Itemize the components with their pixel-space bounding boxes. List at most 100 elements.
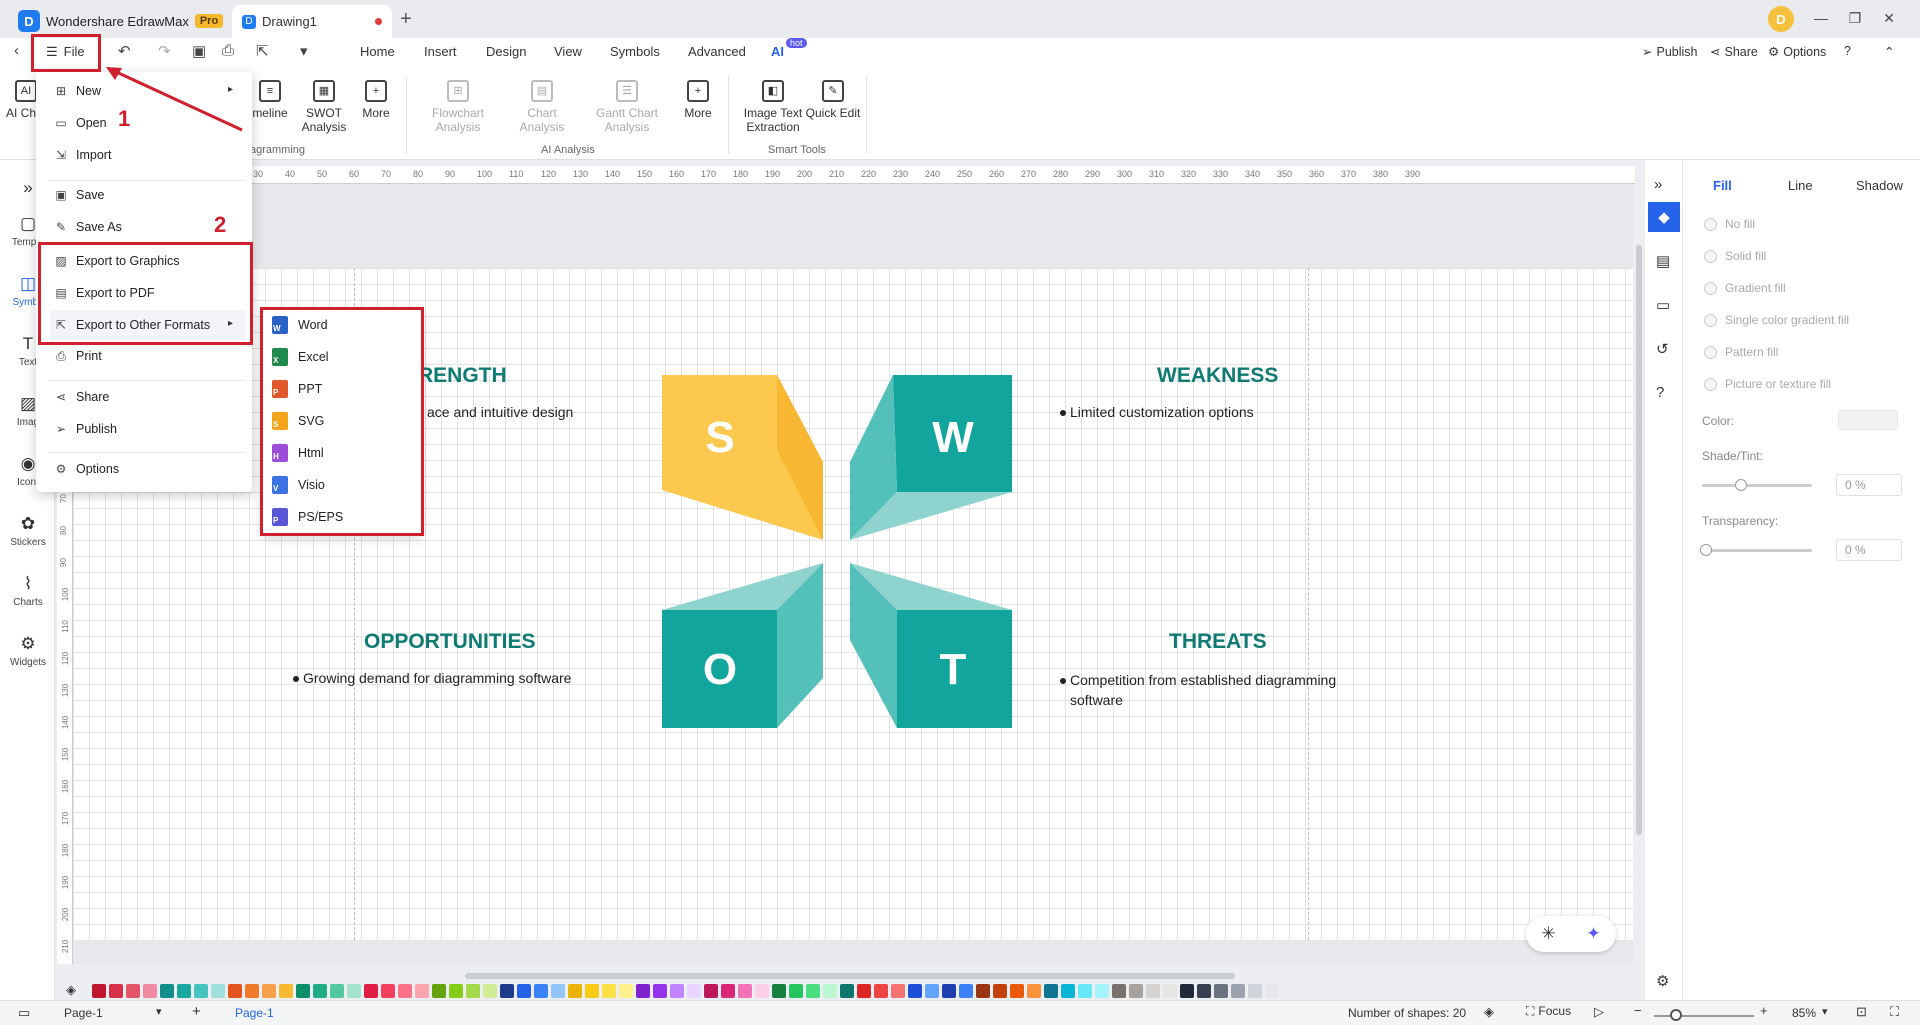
- file-menu-item-share[interactable]: ⋖ Share: [50, 382, 246, 412]
- color-swatch[interactable]: [1095, 984, 1109, 998]
- color-swatch[interactable]: [194, 984, 208, 998]
- color-swatch[interactable]: [347, 984, 361, 998]
- color-swatch[interactable]: [432, 984, 446, 998]
- restore-icon[interactable]: ❐: [1840, 6, 1870, 30]
- file-menu-item-import[interactable]: ⇲ Import: [50, 140, 246, 170]
- color-swatch[interactable]: [653, 984, 667, 998]
- color-swatch[interactable]: [551, 984, 565, 998]
- save-icon[interactable]: ▣: [192, 42, 206, 60]
- color-swatch[interactable]: [976, 984, 990, 998]
- new-tab-plus-icon[interactable]: +: [400, 8, 412, 31]
- color-swatch[interactable]: [211, 984, 225, 998]
- color-swatch[interactable]: [670, 984, 684, 998]
- page-properties-icon[interactable]: ▤: [1656, 252, 1670, 270]
- tab-view[interactable]: View: [554, 44, 582, 59]
- sidebar-item-charts[interactable]: ⌇ Charts: [4, 574, 52, 608]
- zoom-slider-knob[interactable]: [1670, 1009, 1682, 1021]
- color-swatch[interactable]: [704, 984, 718, 998]
- color-swatch[interactable]: [330, 984, 344, 998]
- file-menu-item-options[interactable]: ⚙ Options: [50, 454, 246, 484]
- color-swatch[interactable]: [1214, 984, 1228, 998]
- tab-insert[interactable]: Insert: [424, 44, 457, 59]
- color-swatch[interactable]: [160, 984, 174, 998]
- panel-toggle-icon[interactable]: ▭: [18, 1005, 30, 1021]
- color-swatch[interactable]: [789, 984, 803, 998]
- color-swatch[interactable]: [381, 984, 395, 998]
- zoom-out-icon[interactable]: −: [1634, 1003, 1642, 1018]
- fill-panel-icon[interactable]: ◆: [1648, 202, 1680, 232]
- gantt-chart-analysis-button[interactable]: ☰ Gantt Chart Analysis: [592, 80, 662, 134]
- tab-ai[interactable]: AI: [771, 44, 784, 59]
- tab-line[interactable]: Line: [1788, 178, 1813, 193]
- redo-icon[interactable]: ↷: [158, 42, 171, 60]
- fullscreen-icon[interactable]: ⛶: [1890, 1004, 1899, 1020]
- tab-fill[interactable]: Fill: [1713, 178, 1732, 193]
- color-swatch[interactable]: [738, 984, 752, 998]
- settings-gear-icon[interactable]: ⚙: [1656, 972, 1669, 990]
- page-select-chevron-icon[interactable]: ▾: [156, 1005, 162, 1018]
- color-picker[interactable]: [1838, 410, 1898, 430]
- quick-access-dropdown-icon[interactable]: ▾: [300, 42, 308, 60]
- tab-advanced[interactable]: Advanced: [688, 44, 746, 59]
- zoom-in-icon[interactable]: +: [1760, 1003, 1768, 1018]
- history-icon[interactable]: ↺: [1656, 340, 1669, 358]
- color-swatch[interactable]: [1010, 984, 1024, 998]
- color-swatch[interactable]: [398, 984, 412, 998]
- color-swatch[interactable]: [823, 984, 837, 998]
- app-tab[interactable]: D Wondershare EdrawMax Pro: [8, 6, 233, 36]
- color-swatch[interactable]: [1078, 984, 1092, 998]
- swot-graphic[interactable]: S W O T: [655, 370, 1025, 730]
- transparency-slider-knob[interactable]: [1700, 544, 1712, 556]
- color-swatch[interactable]: [364, 984, 378, 998]
- zoom-slider[interactable]: [1654, 1015, 1754, 1017]
- color-swatch[interactable]: [517, 984, 531, 998]
- color-swatch[interactable]: [313, 984, 327, 998]
- more-ai-button[interactable]: + More: [668, 80, 728, 120]
- color-swatch[interactable]: [772, 984, 786, 998]
- more-diagramming-button[interactable]: + More: [346, 80, 406, 120]
- color-swatch[interactable]: [721, 984, 735, 998]
- color-swatch[interactable]: [1248, 984, 1262, 998]
- color-swatch[interactable]: [1231, 984, 1245, 998]
- opportunities-heading[interactable]: OPPORTUNITIES: [364, 630, 536, 654]
- tab-symbols[interactable]: Symbols: [610, 44, 660, 59]
- user-avatar[interactable]: D: [1768, 6, 1794, 32]
- chart-analysis-button[interactable]: ▤ Chart Analysis: [512, 80, 572, 134]
- transparency-slider[interactable]: [1700, 544, 1812, 556]
- horizontal-scrollbar[interactable]: [465, 973, 1235, 979]
- help-icon[interactable]: ?: [1844, 44, 1851, 58]
- color-swatch[interactable]: [687, 984, 701, 998]
- color-swatch[interactable]: [619, 984, 633, 998]
- options-button[interactable]: ⚙ Options: [1768, 44, 1826, 60]
- color-swatch[interactable]: [296, 984, 310, 998]
- tab-home[interactable]: Home: [360, 44, 395, 59]
- color-swatch[interactable]: [1044, 984, 1058, 998]
- sidebar-item-stickers[interactable]: ✿ Stickers: [4, 514, 52, 548]
- color-swatch[interactable]: [177, 984, 191, 998]
- focus-button[interactable]: ⛶ Focus: [1526, 1004, 1571, 1019]
- color-swatch[interactable]: [959, 984, 973, 998]
- zoom-level[interactable]: 85%: [1792, 1006, 1816, 1020]
- color-swatch[interactable]: [1061, 984, 1075, 998]
- fit-page-icon[interactable]: ⊡: [1856, 1004, 1867, 1020]
- option-gradient-fill[interactable]: Gradient fill: [1704, 281, 1786, 295]
- presentation-icon[interactable]: ▭: [1656, 296, 1670, 314]
- tab-design[interactable]: Design: [486, 44, 526, 59]
- color-swatch[interactable]: [636, 984, 650, 998]
- document-tab[interactable]: D Drawing1: [232, 5, 392, 38]
- color-swatch[interactable]: [942, 984, 956, 998]
- collapse-ribbon-icon[interactable]: ⌃: [1884, 44, 1894, 59]
- color-swatch[interactable]: [1180, 984, 1194, 998]
- option-pattern-fill[interactable]: Pattern fill: [1704, 345, 1778, 359]
- color-swatch[interactable]: [602, 984, 616, 998]
- color-swatch[interactable]: [1129, 984, 1143, 998]
- transparency-value-input[interactable]: 0 %: [1836, 539, 1902, 561]
- tab-shadow[interactable]: Shadow: [1856, 178, 1903, 193]
- sidebar-item-widgets[interactable]: ⚙ Widgets: [4, 634, 52, 668]
- zoom-chevron-icon[interactable]: ▾: [1822, 1005, 1828, 1018]
- strength-text[interactable]: ace and intuitive design: [427, 404, 573, 420]
- collapse-panel-icon[interactable]: »: [1654, 176, 1662, 193]
- color-swatch[interactable]: [1197, 984, 1211, 998]
- flowchart-analysis-button[interactable]: ⊞ Flowchart Analysis: [428, 80, 488, 134]
- publish-button[interactable]: ➢ Publish: [1642, 44, 1697, 60]
